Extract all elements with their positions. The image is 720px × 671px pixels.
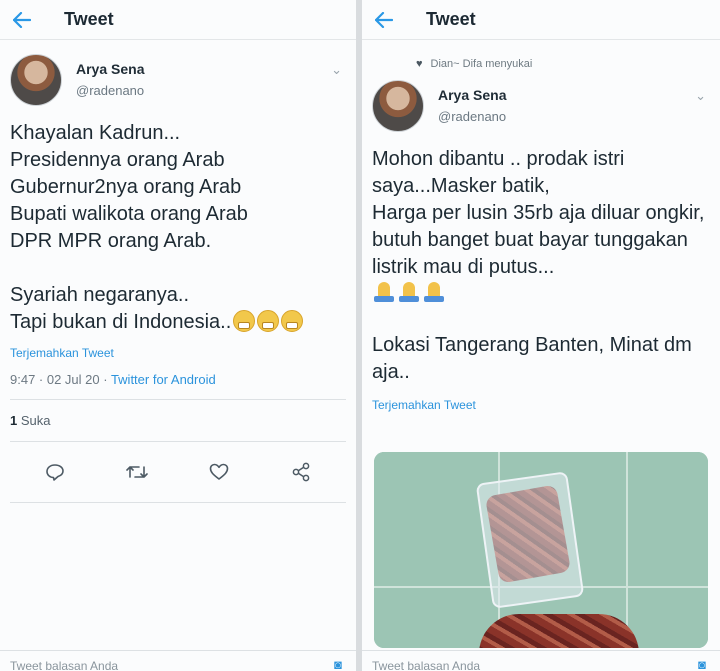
- back-button[interactable]: [0, 0, 44, 40]
- photo-tile: [626, 452, 708, 588]
- grinning-emoji-icon: [281, 310, 304, 332]
- like-button[interactable]: [204, 457, 234, 487]
- reply-composer[interactable]: Tweet balasan Anda ◙: [0, 650, 356, 671]
- reply-button[interactable]: [40, 457, 70, 487]
- heart-icon: [209, 463, 229, 480]
- avatar[interactable]: [372, 80, 424, 132]
- tweet-text: Mohon dibantu .. prodak istri saya...Mas…: [372, 148, 705, 278]
- tweet-body-location: Lokasi Tangerang Banten, Minat dm aja..: [372, 334, 692, 383]
- heart-icon: ♥: [416, 58, 423, 70]
- camera-icon[interactable]: ◙: [698, 657, 706, 671]
- screenshot-composite: Tweet Arya Sena @radenano ⌄ Khayalan Kad…: [0, 0, 720, 671]
- tweet-body: Mohon dibantu .. prodak istri saya...Mas…: [362, 146, 720, 308]
- retweet-button[interactable]: [122, 457, 152, 487]
- author-name[interactable]: Arya Sena: [438, 87, 506, 103]
- back-button[interactable]: [362, 0, 406, 40]
- likes-count[interactable]: 1 Suka: [0, 413, 356, 428]
- tweet-panel-left: Tweet Arya Sena @radenano ⌄ Khayalan Kad…: [0, 0, 356, 671]
- folded-hands-emoji-icon: [422, 281, 446, 303]
- divider: [10, 441, 346, 442]
- retweet-icon: [126, 466, 148, 478]
- avatar[interactable]: [10, 54, 62, 106]
- tweet-panel-right: Tweet ♥ Dian~ Difa menyukai Arya Sena @r…: [362, 0, 720, 671]
- tweet-body: Khayalan Kadrun... Presidennya orang Ara…: [0, 120, 356, 336]
- author-handle[interactable]: @radenano: [438, 109, 506, 124]
- reply-input-placeholder[interactable]: Tweet balasan Anda: [10, 659, 118, 671]
- translate-tweet-link[interactable]: Terjemahkan Tweet: [0, 346, 356, 360]
- page-title: Tweet: [64, 9, 114, 29]
- reply-icon: [46, 464, 64, 481]
- translate-tweet-link[interactable]: Terjemahkan Tweet: [362, 398, 720, 412]
- tweet-author: Arya Sena @radenano ⌄: [362, 80, 720, 132]
- page-title: Tweet: [426, 9, 476, 29]
- chevron-down-icon[interactable]: ⌄: [695, 88, 706, 104]
- reply-composer[interactable]: Tweet balasan Anda ◙: [362, 650, 720, 671]
- camera-icon[interactable]: ◙: [334, 657, 342, 671]
- reply-input-placeholder[interactable]: Tweet balasan Anda: [372, 659, 480, 671]
- likes-label: Suka: [20, 413, 51, 428]
- tweet-photo[interactable]: [374, 452, 708, 648]
- divider: [10, 502, 346, 503]
- social-context-text[interactable]: Dian~ Difa menyukai: [431, 58, 533, 70]
- arrow-left-icon: [375, 11, 393, 28]
- author-handle[interactable]: @radenano: [76, 83, 144, 98]
- photo-tile: [626, 586, 708, 648]
- grinning-emoji-icon: [233, 310, 256, 332]
- tweet-meta: 9:47 · 02 Jul 20 · Twitter for Android: [0, 372, 356, 387]
- share-icon: [292, 462, 310, 482]
- social-context: ♥ Dian~ Difa menyukai: [362, 50, 720, 78]
- folded-hands-emoji-icon: [397, 281, 421, 303]
- grinning-emoji-icon: [257, 310, 280, 332]
- likes-number: 1: [10, 413, 18, 428]
- tweet-timestamp: 9:47 · 02 Jul 20 ·: [10, 372, 111, 387]
- top-bar: Tweet: [0, 0, 356, 40]
- tweet-source[interactable]: Twitter for Android: [111, 372, 216, 387]
- author-name[interactable]: Arya Sena: [76, 61, 144, 77]
- top-bar: Tweet: [362, 0, 720, 40]
- tweet-author: Arya Sena @radenano ⌄: [0, 54, 356, 106]
- tweet-actions: [0, 454, 356, 490]
- batik-mask-image: [479, 614, 639, 648]
- arrow-left-icon: [13, 11, 31, 28]
- share-button[interactable]: [286, 457, 316, 487]
- folded-hands-emoji-icon: [372, 281, 396, 303]
- tweet-text: Khayalan Kadrun... Presidennya orang Ara…: [10, 122, 248, 333]
- plastic-bag-image: [475, 471, 585, 609]
- chevron-down-icon[interactable]: ⌄: [331, 62, 342, 78]
